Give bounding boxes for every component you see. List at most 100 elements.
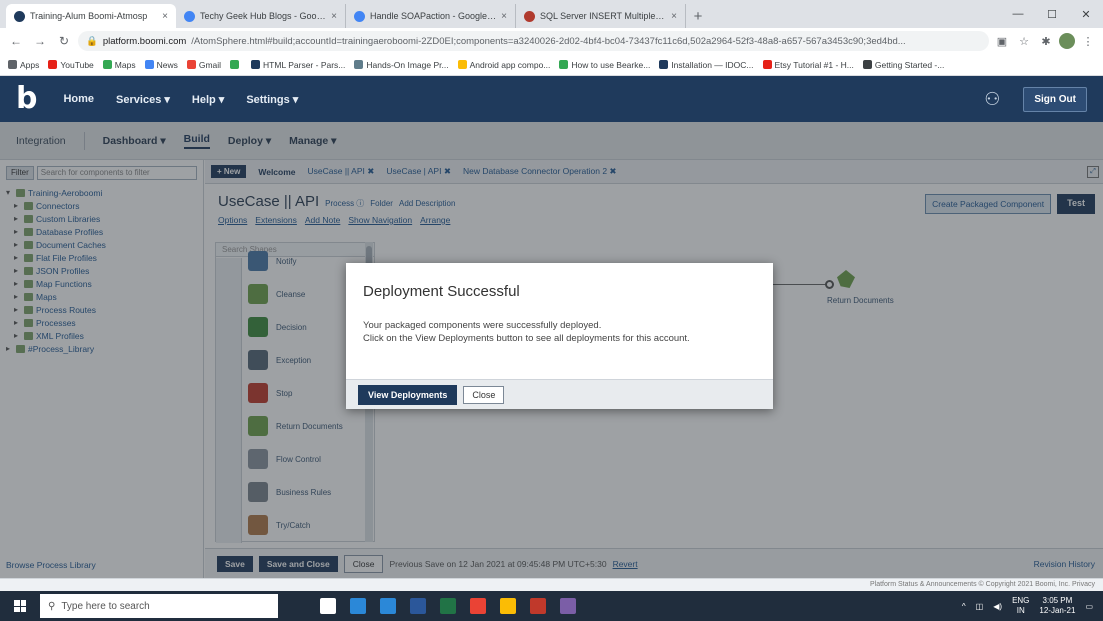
puzzle-icon[interactable]: ✱ — [1037, 32, 1055, 50]
dialog-close-button[interactable]: Close — [463, 385, 505, 404]
dialog-message: Your packaged components were successful… — [363, 319, 753, 345]
tab-close-icon[interactable]: × — [162, 11, 168, 22]
bookmark-icon — [862, 60, 872, 69]
bookmark-label: Apps — [20, 59, 40, 70]
view-deployments-button[interactable]: View Deployments — [358, 384, 458, 405]
profile-avatar[interactable] — [1059, 33, 1075, 49]
extension-icon[interactable]: ▣ — [993, 32, 1011, 50]
window-controls: — ☐ ✕ — [1001, 0, 1103, 28]
tab-close-icon[interactable]: × — [671, 11, 677, 22]
bookmark-item[interactable]: Gmail — [186, 59, 222, 70]
bookmark-icon — [48, 60, 58, 69]
taskbar-search-input[interactable]: ⚲ Type here to search — [40, 594, 278, 618]
browser-tab[interactable]: Training-Alum Boomi-Atmosp × — [6, 4, 176, 28]
bookmark-item[interactable]: Etsy Tutorial #1 - H... — [762, 60, 854, 70]
taskbar-app-icon[interactable] — [350, 598, 366, 614]
lang-text: ENG — [1012, 596, 1030, 605]
browser-tab[interactable]: SQL Server INSERT Multiple Row × — [516, 4, 686, 28]
tab-close-icon[interactable]: × — [501, 11, 507, 22]
url-field[interactable]: 🔒 platform.boomi.com /AtomSphere.html#bu… — [78, 31, 989, 51]
network-icon[interactable]: ◫ — [976, 602, 984, 611]
bookmark-item[interactable]: How to use Bearke... — [559, 60, 650, 70]
taskbar-app-icon[interactable] — [320, 598, 336, 614]
bookmark-item[interactable]: News — [144, 59, 178, 70]
volume-icon[interactable]: ◀) — [993, 602, 1002, 611]
bookmark-item[interactable]: YouTube — [48, 59, 94, 70]
system-tray: ^ ◫ ◀) ENG IN 3:05 PM 12-Jan-21 ▭ — [962, 596, 1103, 616]
bookmark-icon — [559, 60, 569, 69]
bookmark-item[interactable] — [230, 60, 242, 69]
maximize-icon[interactable]: ☐ — [1035, 0, 1069, 28]
bookmark-label: News — [156, 59, 178, 70]
close-window-icon[interactable]: ✕ — [1069, 0, 1103, 28]
bookmark-item[interactable]: Getting Started -... — [862, 59, 945, 70]
nav-home[interactable]: Home — [63, 93, 94, 106]
notifications-icon[interactable]: ▭ — [1085, 602, 1093, 611]
star-icon[interactable]: ☆ — [1015, 32, 1033, 50]
bookmark-label: Maps — [114, 59, 136, 70]
bookmark-label: Hands-On Image Pr... — [366, 59, 449, 70]
browser-tab[interactable]: Handle SOAPaction - Google Do × — [346, 4, 516, 28]
dialog-title: Deployment Successful — [363, 283, 520, 300]
bookmark-item[interactable]: Android app compo... — [457, 59, 551, 70]
language-indicator[interactable]: ENG IN — [1012, 596, 1029, 616]
taskbar-app-icon[interactable] — [410, 598, 426, 614]
address-bar-row: ← → ↻ 🔒 platform.boomi.com /AtomSphere.h… — [0, 28, 1103, 54]
tab-favicon-icon — [354, 10, 365, 22]
windows-logo-icon — [14, 600, 26, 612]
region-text: IN — [1016, 606, 1025, 615]
chevron-up-icon[interactable]: ^ — [962, 602, 966, 611]
taskbar-app-icon[interactable] — [470, 598, 486, 614]
bookmark-item[interactable]: Apps — [8, 60, 39, 70]
browser-tab[interactable]: Techy Geek Hub Blogs - Google × — [176, 4, 346, 28]
clock[interactable]: 3:05 PM 12-Jan-21 — [1039, 596, 1075, 616]
user-icon[interactable]: ⚇ — [981, 88, 1003, 110]
menu-icon[interactable]: ⋮ — [1079, 32, 1097, 50]
taskbar-app-icon[interactable] — [440, 598, 456, 614]
nav-services[interactable]: Services ▾ — [116, 93, 170, 106]
boomi-logo[interactable]: b — [16, 84, 37, 114]
reload-icon[interactable]: ↻ — [54, 31, 74, 51]
back-icon[interactable]: ← — [6, 31, 26, 51]
tab-favicon-icon — [184, 10, 195, 22]
bookmark-item[interactable]: Installation — IDOC... — [659, 60, 754, 70]
url-host: platform.boomi.com — [102, 35, 187, 47]
new-tab-button[interactable]: + — [686, 4, 710, 28]
app-header: b Home Services ▾ Help ▾ Settings ▾ ⚇ Si… — [0, 76, 1103, 122]
bookmark-label: Gmail — [198, 59, 222, 70]
bookmark-label: Getting Started -... — [874, 59, 945, 70]
dialog-message-line2: Click on the View Deployments button to … — [363, 333, 690, 344]
nav-settings[interactable]: Settings ▾ — [246, 93, 298, 106]
tab-title: Handle SOAPaction - Google Do — [370, 11, 497, 21]
lock-icon: 🔒 — [86, 35, 98, 47]
minimize-icon[interactable]: — — [1001, 0, 1035, 28]
bookmark-item[interactable]: Maps — [102, 59, 136, 70]
bookmark-icon — [251, 60, 261, 69]
start-button[interactable] — [0, 591, 40, 621]
windows-taskbar: ⚲ Type here to search ^ ◫ ◀) ENG IN 3:05… — [0, 591, 1103, 621]
taskbar-app-icon[interactable] — [380, 598, 396, 614]
sign-out-button[interactable]: Sign Out — [1023, 86, 1087, 112]
bookmark-label: Android app compo... — [469, 59, 551, 70]
tab-favicon-icon — [14, 10, 25, 22]
tab-title: Techy Geek Hub Blogs - Google — [200, 11, 327, 21]
bookmark-item[interactable]: Hands-On Image Pr... — [354, 59, 449, 70]
bookmark-label: How to use Bearke... — [571, 59, 651, 70]
taskbar-app-icon[interactable] — [500, 598, 516, 614]
nav-help[interactable]: Help ▾ — [192, 93, 224, 106]
tab-close-icon[interactable]: × — [331, 11, 337, 22]
bookmark-icon — [659, 60, 669, 69]
forward-icon[interactable]: → — [30, 31, 50, 51]
bookmark-icon — [8, 60, 17, 69]
time-text: 3:05 PM — [1042, 596, 1073, 605]
tab-title: SQL Server INSERT Multiple Row — [540, 11, 667, 21]
tab-title: Training-Alum Boomi-Atmosp — [30, 11, 148, 21]
dialog-message-line1: Your packaged components were successful… — [363, 320, 602, 331]
bookmark-item[interactable]: HTML Parser - Pars... — [251, 60, 345, 70]
taskbar-app-icon[interactable] — [530, 598, 546, 614]
bookmark-label: YouTube — [60, 59, 94, 70]
dialog-footer: View Deployments Close — [346, 379, 773, 409]
taskbar-app-icon[interactable] — [560, 598, 576, 614]
bookmark-icon — [102, 60, 112, 69]
bookmark-icon — [230, 60, 240, 69]
